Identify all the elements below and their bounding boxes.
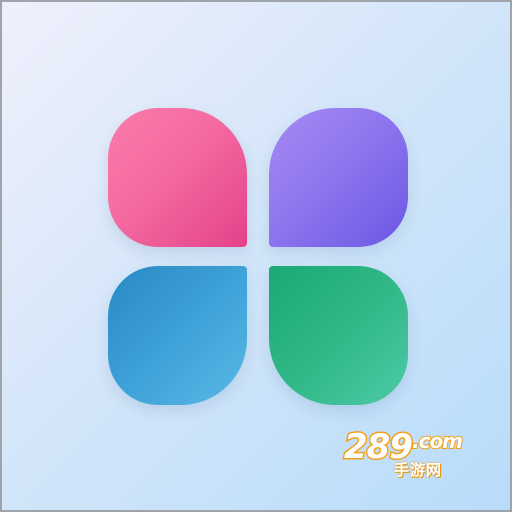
- tile-blue-bottom-left: [108, 266, 247, 405]
- watermark-domain: .com: [411, 429, 464, 453]
- watermark-subtitle: 手游网: [394, 461, 443, 479]
- tile-purple-top-right: [269, 108, 408, 247]
- tile-green-bottom-right: [269, 266, 408, 405]
- watermark-logo: 289.com 手游网: [343, 429, 494, 480]
- app-icon: 289.com 手游网: [0, 0, 512, 512]
- tile-pink-top-left: [108, 108, 247, 247]
